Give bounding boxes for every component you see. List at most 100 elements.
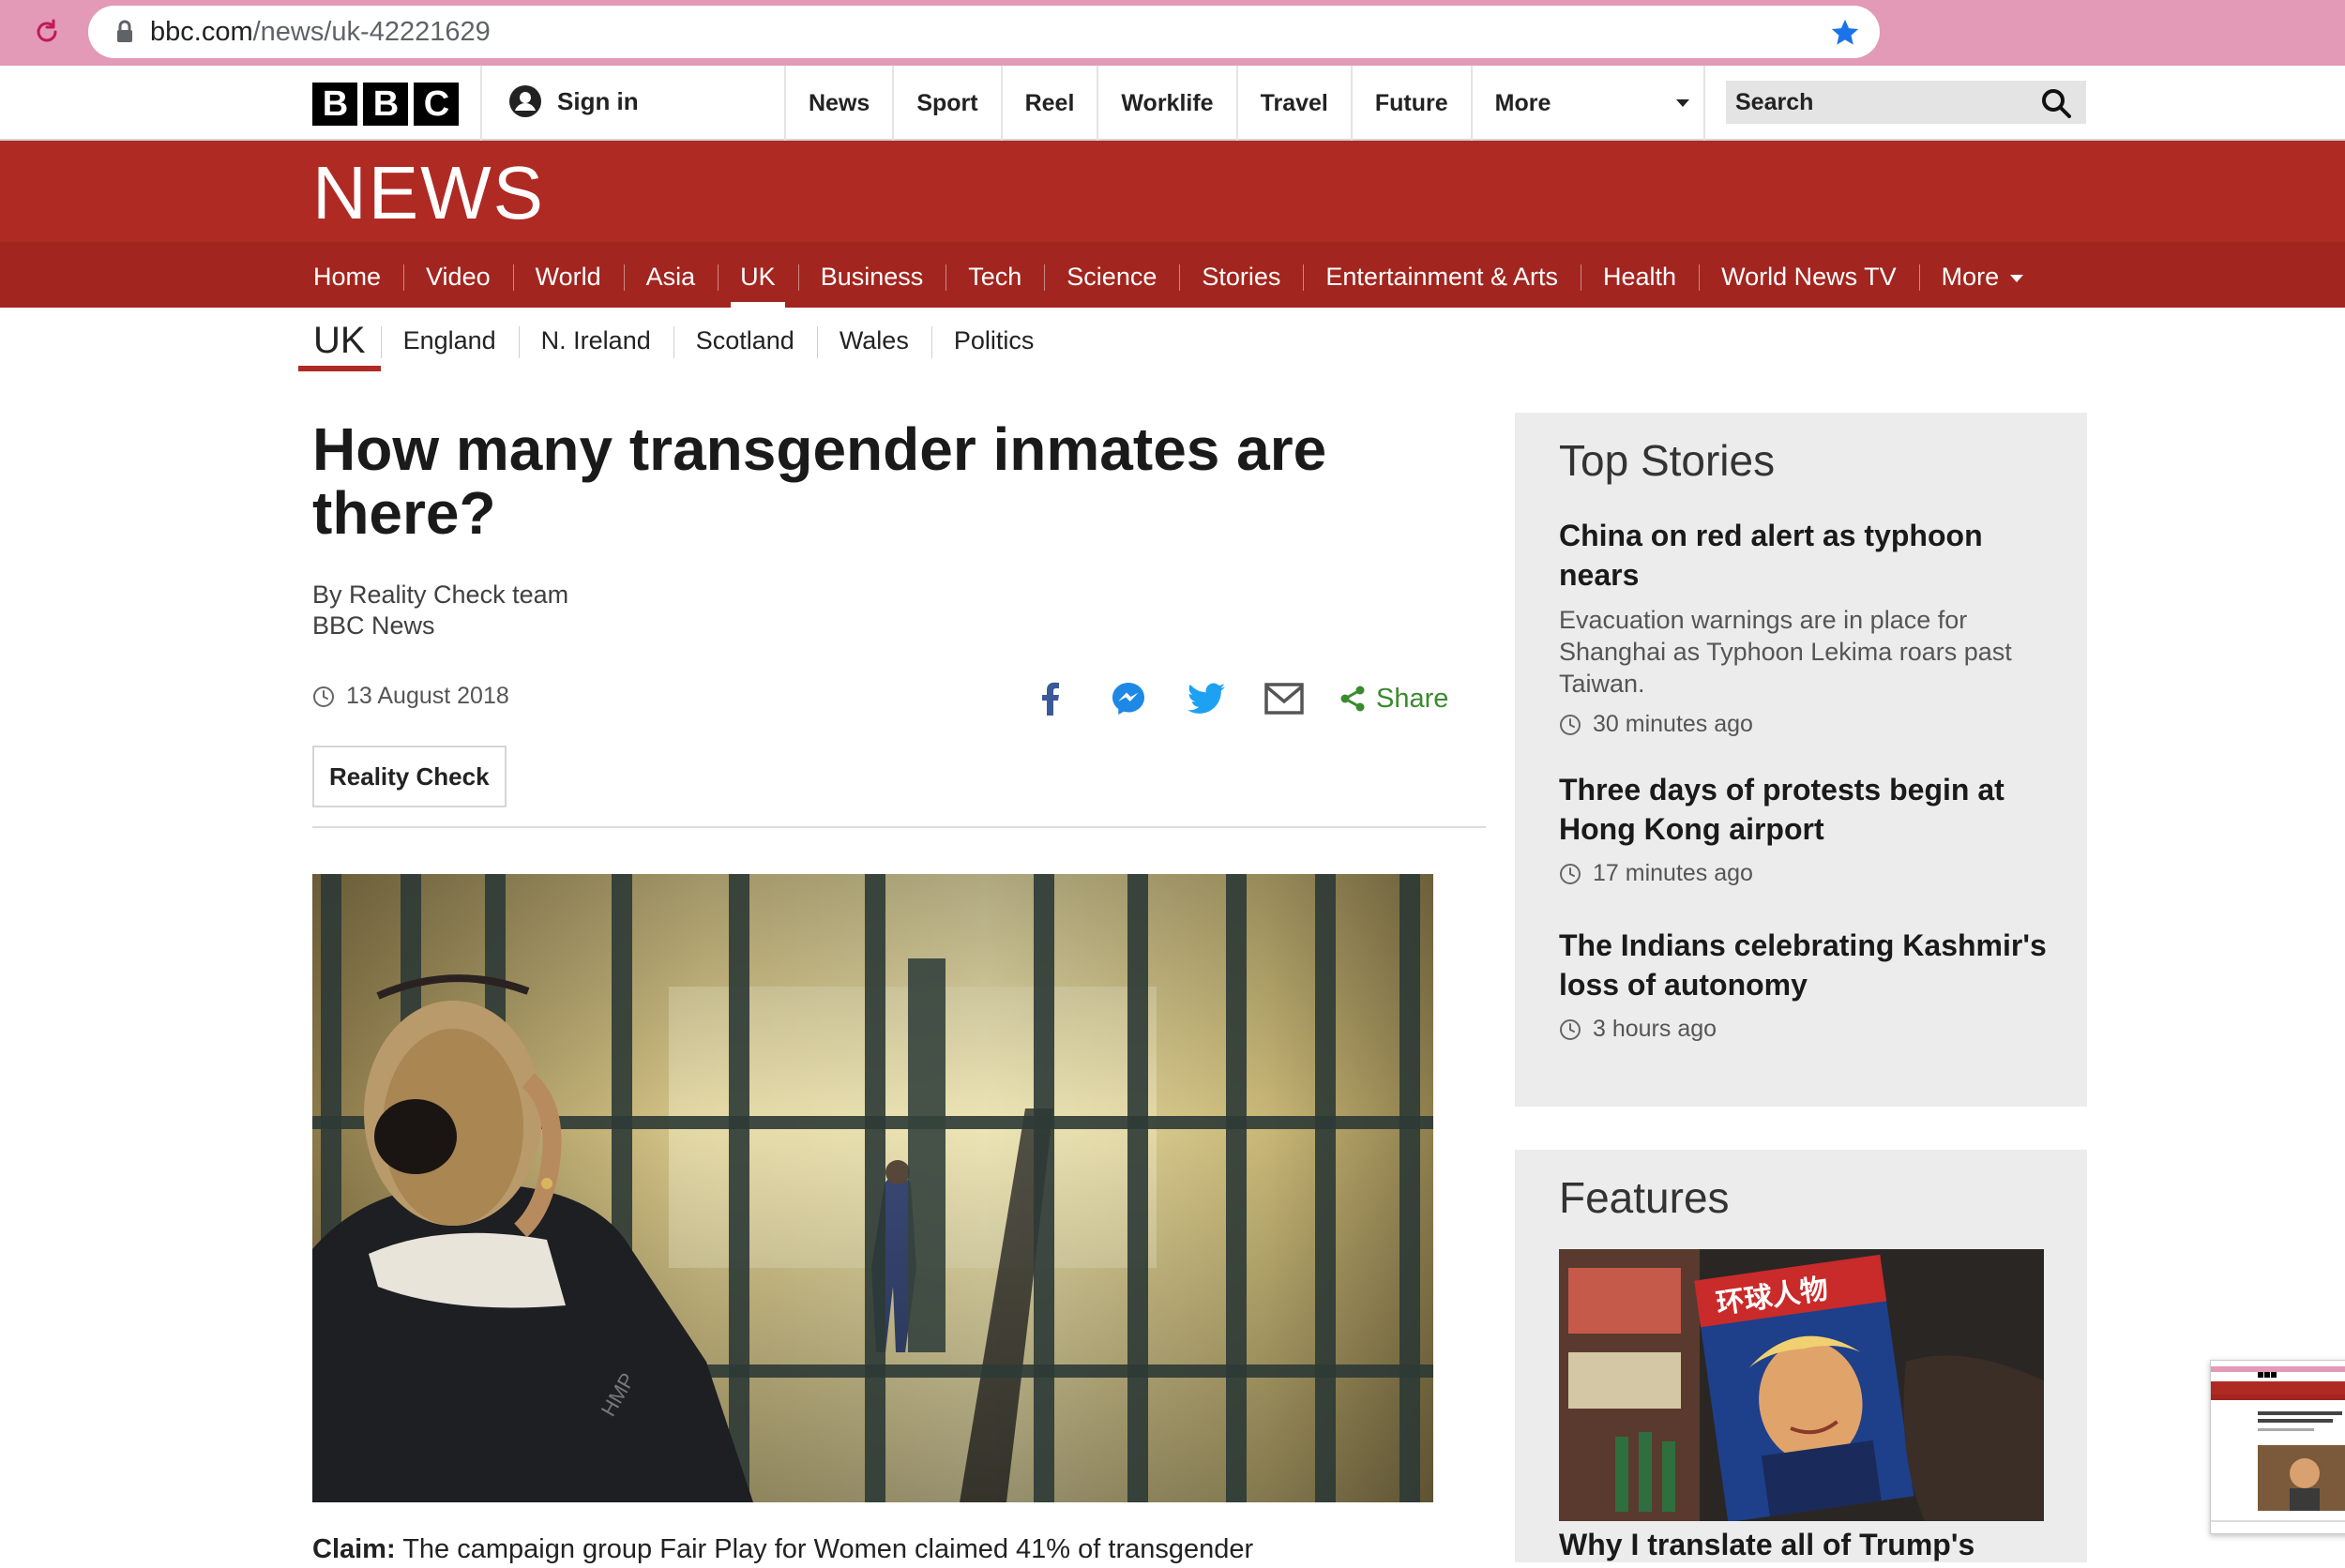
email-icon[interactable]: [1261, 675, 1308, 722]
chevron-down-icon: [2010, 274, 2024, 282]
top-story-time-text: 30 minutes ago: [1593, 711, 1753, 737]
news-section-nav: Home Video World Asia UK Business Tech S…: [0, 242, 2345, 308]
clock-icon: [1560, 1018, 1581, 1040]
global-nav: News Sport Reel Worklife Travel Future M…: [784, 66, 1710, 141]
section-nav-stories[interactable]: Stories: [1179, 242, 1303, 308]
features-title: Features: [1559, 1173, 1730, 1222]
divider: [312, 826, 1486, 828]
uk-sub-nav: UK England N. Ireland Scotland Wales Pol…: [298, 308, 1056, 373]
top-story-time: 30 minutes ago: [1559, 711, 2056, 738]
sign-in-label: Sign in: [557, 87, 639, 115]
share-icon: [1340, 686, 1365, 712]
sub-nav-current[interactable]: UK: [298, 308, 381, 373]
screenshot-thumbnail[interactable]: [2210, 1360, 2345, 1534]
global-nav-future[interactable]: Future: [1350, 66, 1471, 141]
search-icon[interactable]: [2039, 86, 2073, 120]
sign-in-link[interactable]: Sign in: [508, 84, 639, 118]
feature-headline[interactable]: Why I translate all of Trump's: [1559, 1525, 1974, 1564]
top-story-time: 3 hours ago: [1559, 1016, 2056, 1043]
section-nav-world[interactable]: World: [512, 242, 624, 308]
article-claim: Claim: The campaign group Fair Play for …: [312, 1530, 1438, 1568]
lock-icon: [113, 19, 137, 45]
top-story-headline[interactable]: The Indians celebrating Kashmir's loss o…: [1559, 926, 2056, 1004]
section-nav-uk[interactable]: UK: [718, 242, 798, 308]
section-nav-home[interactable]: Home: [291, 242, 403, 308]
global-nav-reel[interactable]: Reel: [1000, 66, 1097, 141]
twitter-icon[interactable]: [1183, 675, 1230, 722]
global-nav-worklife[interactable]: Worklife: [1097, 66, 1235, 141]
top-story-time-text: 17 minutes ago: [1593, 860, 1753, 886]
top-stories-title: Top Stories: [1559, 436, 1776, 485]
url-domain: bbc.com: [150, 17, 253, 47]
sub-nav-wales[interactable]: Wales: [816, 325, 931, 358]
news-logo[interactable]: NEWS: [312, 154, 545, 233]
features-panel: Features 环球人物 Why I translate all of Tru…: [1515, 1150, 2087, 1562]
global-nav-more-label: More: [1494, 90, 1551, 116]
article-date: 13 August 2018: [312, 683, 509, 710]
global-nav-news[interactable]: News: [784, 66, 892, 141]
clock-icon: [313, 686, 334, 707]
clock-icon: [1560, 863, 1581, 884]
clock-icon: [1560, 714, 1581, 735]
section-nav-more[interactable]: More: [1918, 242, 2047, 308]
top-story-time-text: 3 hours ago: [1593, 1016, 1717, 1042]
global-nav-more[interactable]: More: [1470, 66, 1710, 141]
divider: [480, 66, 482, 141]
sub-nav-scotland[interactable]: Scotland: [673, 325, 817, 358]
divider: [1703, 66, 1705, 141]
top-story-item[interactable]: China on red alert as typhoon nears Evac…: [1559, 516, 2056, 738]
bookmark-star-icon[interactable]: [1829, 17, 1861, 49]
news-banner: NEWS: [0, 141, 2345, 242]
section-nav-more-label: More: [1941, 263, 2000, 291]
claim-label: Claim:: [312, 1534, 396, 1564]
top-story-summary: Evacuation warnings are in place for Sha…: [1559, 606, 2012, 698]
article-headline: How many transgender inmates are there?: [312, 415, 1327, 547]
global-nav-travel[interactable]: Travel: [1235, 66, 1351, 141]
user-icon: [509, 85, 541, 117]
bbc-logo[interactable]: B B C: [312, 83, 459, 126]
global-nav-sport[interactable]: Sport: [892, 66, 1000, 141]
section-nav-entertainment[interactable]: Entertainment & Arts: [1303, 242, 1581, 308]
reload-icon[interactable]: [21, 11, 73, 53]
sub-nav-politics[interactable]: Politics: [930, 325, 1057, 358]
section-nav-science[interactable]: Science: [1044, 242, 1179, 308]
top-story-headline[interactable]: China on red alert as typhoon nears: [1559, 516, 2056, 595]
bbc-logo-letter: C: [414, 83, 459, 126]
section-nav-world-news-tv[interactable]: World News TV: [1699, 242, 1919, 308]
chevron-down-icon: [1675, 99, 1689, 107]
reality-check-tag[interactable]: Reality Check: [312, 746, 507, 807]
top-story-headline[interactable]: Three days of protests begin at Hong Kon…: [1559, 770, 2056, 849]
share-tools: Share: [1027, 675, 1448, 722]
section-nav-video[interactable]: Video: [403, 242, 513, 308]
facebook-icon[interactable]: [1027, 675, 1074, 722]
byline-org: BBC News: [312, 611, 435, 640]
section-nav-tech[interactable]: Tech: [946, 242, 1044, 308]
share-label: Share: [1376, 683, 1449, 714]
url-path: /news/uk-42221629: [252, 17, 491, 47]
byline: By Reality Check team BBC News: [312, 580, 568, 641]
hero-image-prison-officer: HMP: [312, 874, 1433, 1502]
sub-nav-n-ireland[interactable]: N. Ireland: [518, 325, 673, 358]
bbc-top-bar: B B C Sign in News Sport Reel Worklife T…: [0, 66, 2345, 141]
address-bar[interactable]: bbc.com/news/uk-42221629: [88, 6, 1880, 58]
section-nav-health[interactable]: Health: [1581, 242, 1699, 308]
top-story-time: 17 minutes ago: [1559, 860, 2056, 887]
article-date-text: 13 August 2018: [346, 683, 509, 709]
share-button[interactable]: Share: [1339, 684, 1448, 715]
sub-nav-england[interactable]: England: [380, 325, 519, 358]
top-story-item[interactable]: The Indians celebrating Kashmir's loss o…: [1559, 926, 2056, 1043]
bbc-logo-letter: B: [363, 83, 408, 126]
messenger-icon[interactable]: [1105, 675, 1152, 722]
search-input[interactable]: [1726, 81, 2026, 124]
feature-image-trump-magazine[interactable]: 环球人物: [1559, 1249, 2044, 1521]
byline-author: By Reality Check team: [312, 580, 569, 609]
browser-toolbar: bbc.com/news/uk-42221629: [0, 0, 2345, 66]
top-story-item[interactable]: Three days of protests begin at Hong Kon…: [1559, 770, 2056, 887]
section-nav-asia[interactable]: Asia: [623, 242, 719, 308]
search-box: [1726, 81, 2086, 124]
section-nav-business[interactable]: Business: [797, 242, 946, 308]
top-stories-panel: Top Stories China on red alert as typhoo…: [1515, 413, 2087, 1107]
url-text: bbc.com/news/uk-42221629: [150, 17, 491, 47]
claim-text: The campaign group Fair Play for Women c…: [402, 1534, 1254, 1564]
bbc-logo-letter: B: [312, 83, 357, 126]
